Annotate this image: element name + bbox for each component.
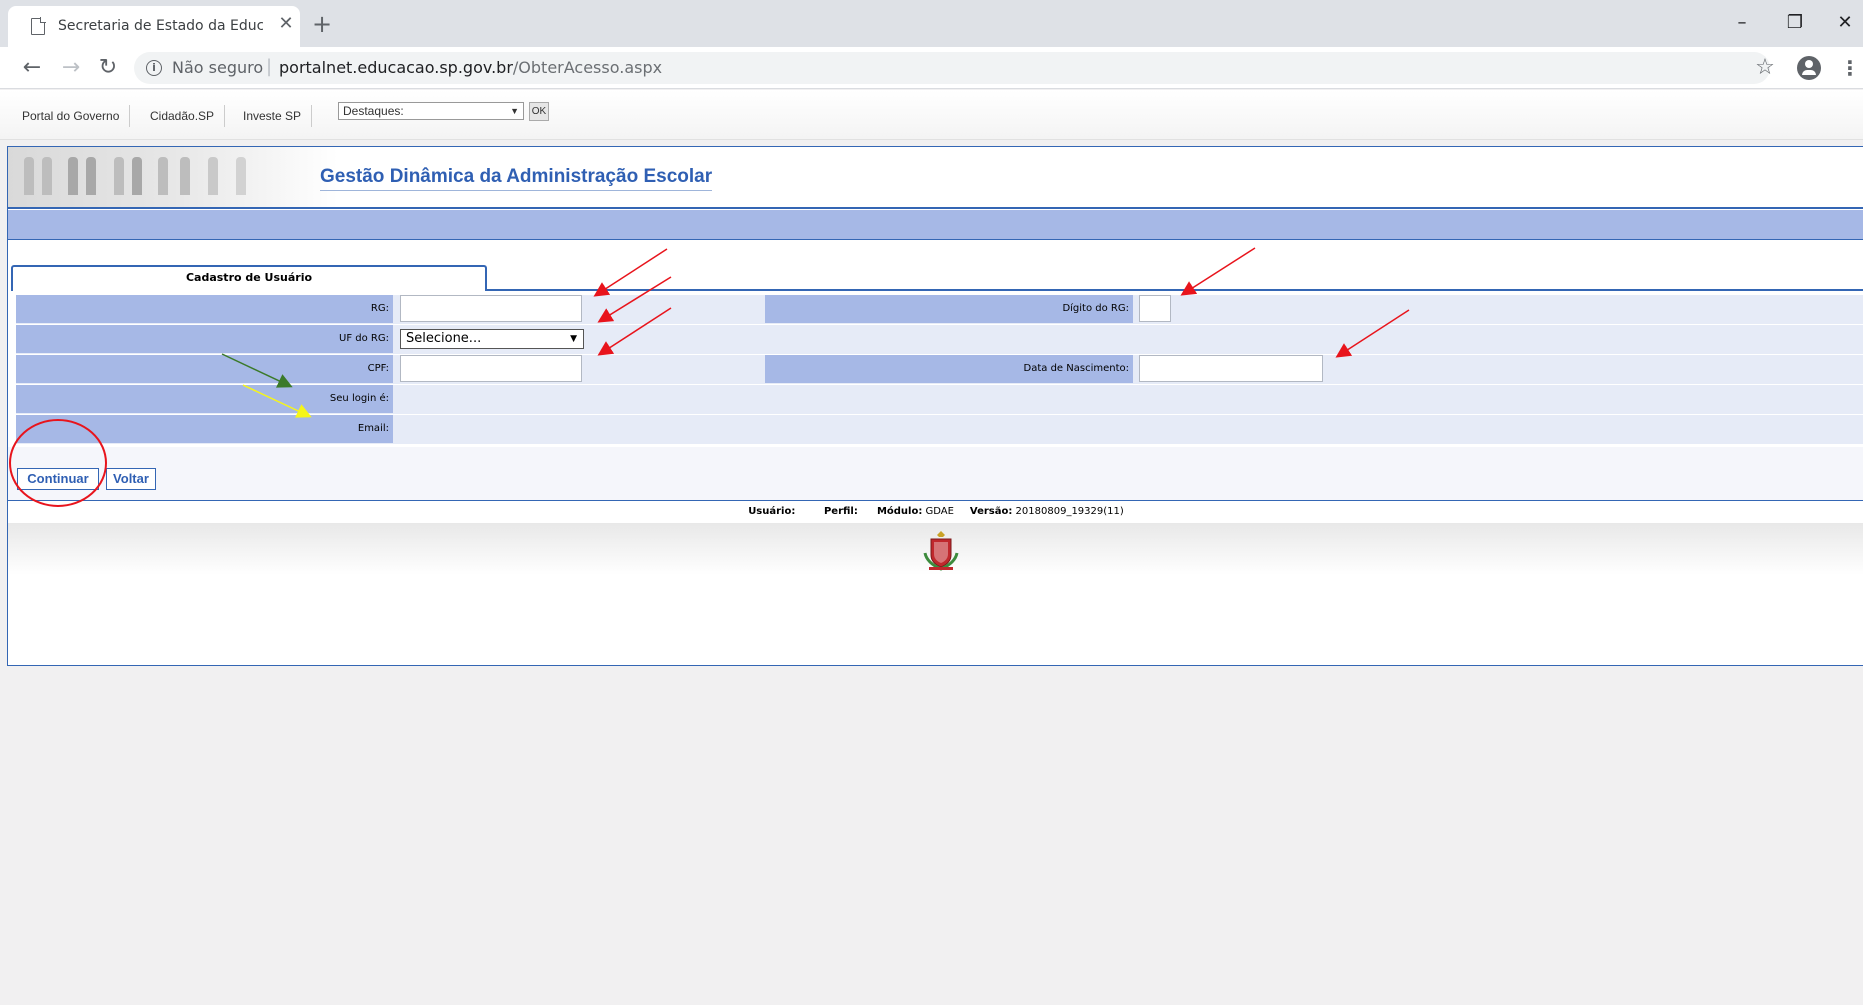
tab-close-icon[interactable]: ✕ [276,14,296,34]
header-building-image [8,147,338,207]
destaques-select[interactable]: Destaques: ▼ [338,102,524,120]
row-cpf: CPF: Data de Nascimento: [16,355,1863,384]
sp-coat-of-arms-icon [923,531,959,571]
page-icon [31,17,46,35]
close-icon[interactable]: ✕ [1830,10,1860,36]
restore-icon[interactable]: ❐ [1780,10,1810,36]
data-nascimento-label: Data de Nascimento: [765,355,1133,383]
button-row: Continuar Voltar [8,447,1863,501]
data-nascimento-input[interactable] [1139,355,1323,382]
continuar-button[interactable]: Continuar [17,468,99,490]
portal-governo-link[interactable]: Portal do Governo [12,105,131,127]
app-header: Gestão Dinâmica da Administração Escolar [8,147,1863,209]
menu-icon[interactable]: ⋮ [1840,55,1860,81]
digito-rg-input[interactable] [1139,295,1171,322]
ok-button[interactable]: OK [529,102,549,121]
app-frame: Gestão Dinâmica da Administração Escolar… [7,146,1863,666]
form-tabs: Cadastro de Usuário [11,265,1863,291]
star-icon[interactable]: ☆ [1752,55,1778,81]
account-icon[interactable] [1797,56,1821,80]
cpf-input[interactable] [400,355,582,382]
browser-tab[interactable]: Secretaria de Estado da Educação ✕ [8,6,300,47]
app-footer [8,523,1863,575]
rg-input[interactable] [400,295,582,322]
back-arrow-icon[interactable]: ← [18,54,46,82]
row-email: Email: [16,415,1863,444]
url-text: portalnet.educacao.sp.gov.br/ObterAcesso… [279,58,663,77]
url-separator: | [266,56,273,77]
forward-arrow-icon[interactable]: → [57,54,85,82]
voltar-button[interactable]: Voltar [106,468,156,490]
row-uf: UF do RG: Selecione... ▼ [16,325,1863,354]
chevron-down-icon: ▼ [570,334,577,344]
not-secure-label: Não seguro [172,58,264,77]
chevron-down-icon: ▼ [510,106,519,116]
investe-sp-link[interactable]: Investe SP [233,105,313,127]
cidadao-sp-link[interactable]: Cidadão.SP [140,105,226,127]
tab-cadastro-usuario[interactable]: Cadastro de Usuário [11,265,487,291]
new-tab-button[interactable]: + [312,12,332,36]
email-label: Email: [16,415,393,443]
rg-label: RG: [16,295,393,323]
uf-rg-select[interactable]: Selecione... ▼ [400,329,584,349]
address-bar[interactable]: i Não seguro | portalnet.educacao.sp.gov… [134,52,1770,84]
gov-topbar: Portal do Governo Cidadão.SP Investe SP … [0,90,1863,140]
minimize-icon[interactable]: – [1727,10,1757,36]
cpf-label: CPF: [16,355,393,383]
browser-toolbar: ← → ↻ i Não seguro | portalnet.educacao.… [0,47,1863,89]
page-content: Portal do Governo Cidadão.SP Investe SP … [0,90,1863,1005]
tab-title: Secretaria de Estado da Educação [58,18,263,34]
uf-rg-label: UF do RG: [16,325,393,353]
status-line: Usuário: Perfil: Módulo: GDAE Versão: 20… [748,506,1124,517]
row-rg: RG: Dígito do RG: [16,295,1863,324]
browser-tabstrip: Secretaria de Estado da Educação ✕ + – ❐… [0,0,1863,47]
login-label: Seu login é: [16,385,393,413]
reload-icon[interactable]: ↻ [94,54,122,82]
row-login: Seu login é: [16,385,1863,414]
info-icon[interactable]: i [146,60,162,76]
app-title: Gestão Dinâmica da Administração Escolar [320,166,713,191]
digito-rg-label: Dígito do RG: [765,295,1133,323]
header-band [8,210,1863,240]
